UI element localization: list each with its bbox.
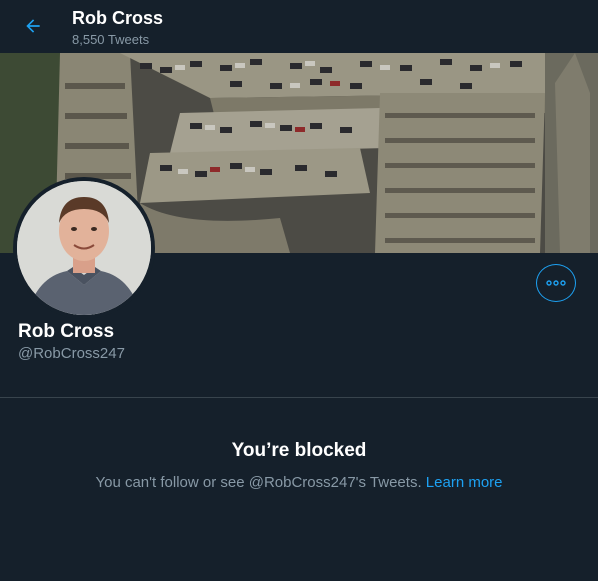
header-title: Rob Cross bbox=[72, 8, 164, 28]
top-header: Rob Cross 8,550 Tweets bbox=[0, 0, 598, 53]
tweet-count: 8,550 Tweets bbox=[72, 32, 150, 47]
blocked-message: You can't follow or see @RobCross247's T… bbox=[95, 474, 422, 491]
back-button[interactable] bbox=[16, 9, 50, 43]
profile-photo bbox=[17, 181, 151, 315]
profile-name: Rob Cross bbox=[18, 321, 115, 342]
ellipsis-icon bbox=[546, 280, 566, 286]
learn-more-link[interactable]: Learn more bbox=[426, 474, 503, 491]
arrow-left-icon bbox=[26, 19, 40, 33]
more-options-button[interactable] bbox=[536, 264, 576, 302]
profile-page: Rob Cross 8,550 Tweets Rob Cross @RobCro… bbox=[0, 0, 598, 581]
blocked-title: You’re blocked bbox=[231, 440, 367, 461]
divider bbox=[0, 397, 598, 398]
avatar[interactable] bbox=[13, 177, 155, 319]
profile-handle: @RobCross247 bbox=[18, 345, 125, 362]
blocked-message-line: You can't follow or see @RobCross247's T… bbox=[0, 474, 598, 491]
avatar-photo bbox=[17, 181, 151, 315]
